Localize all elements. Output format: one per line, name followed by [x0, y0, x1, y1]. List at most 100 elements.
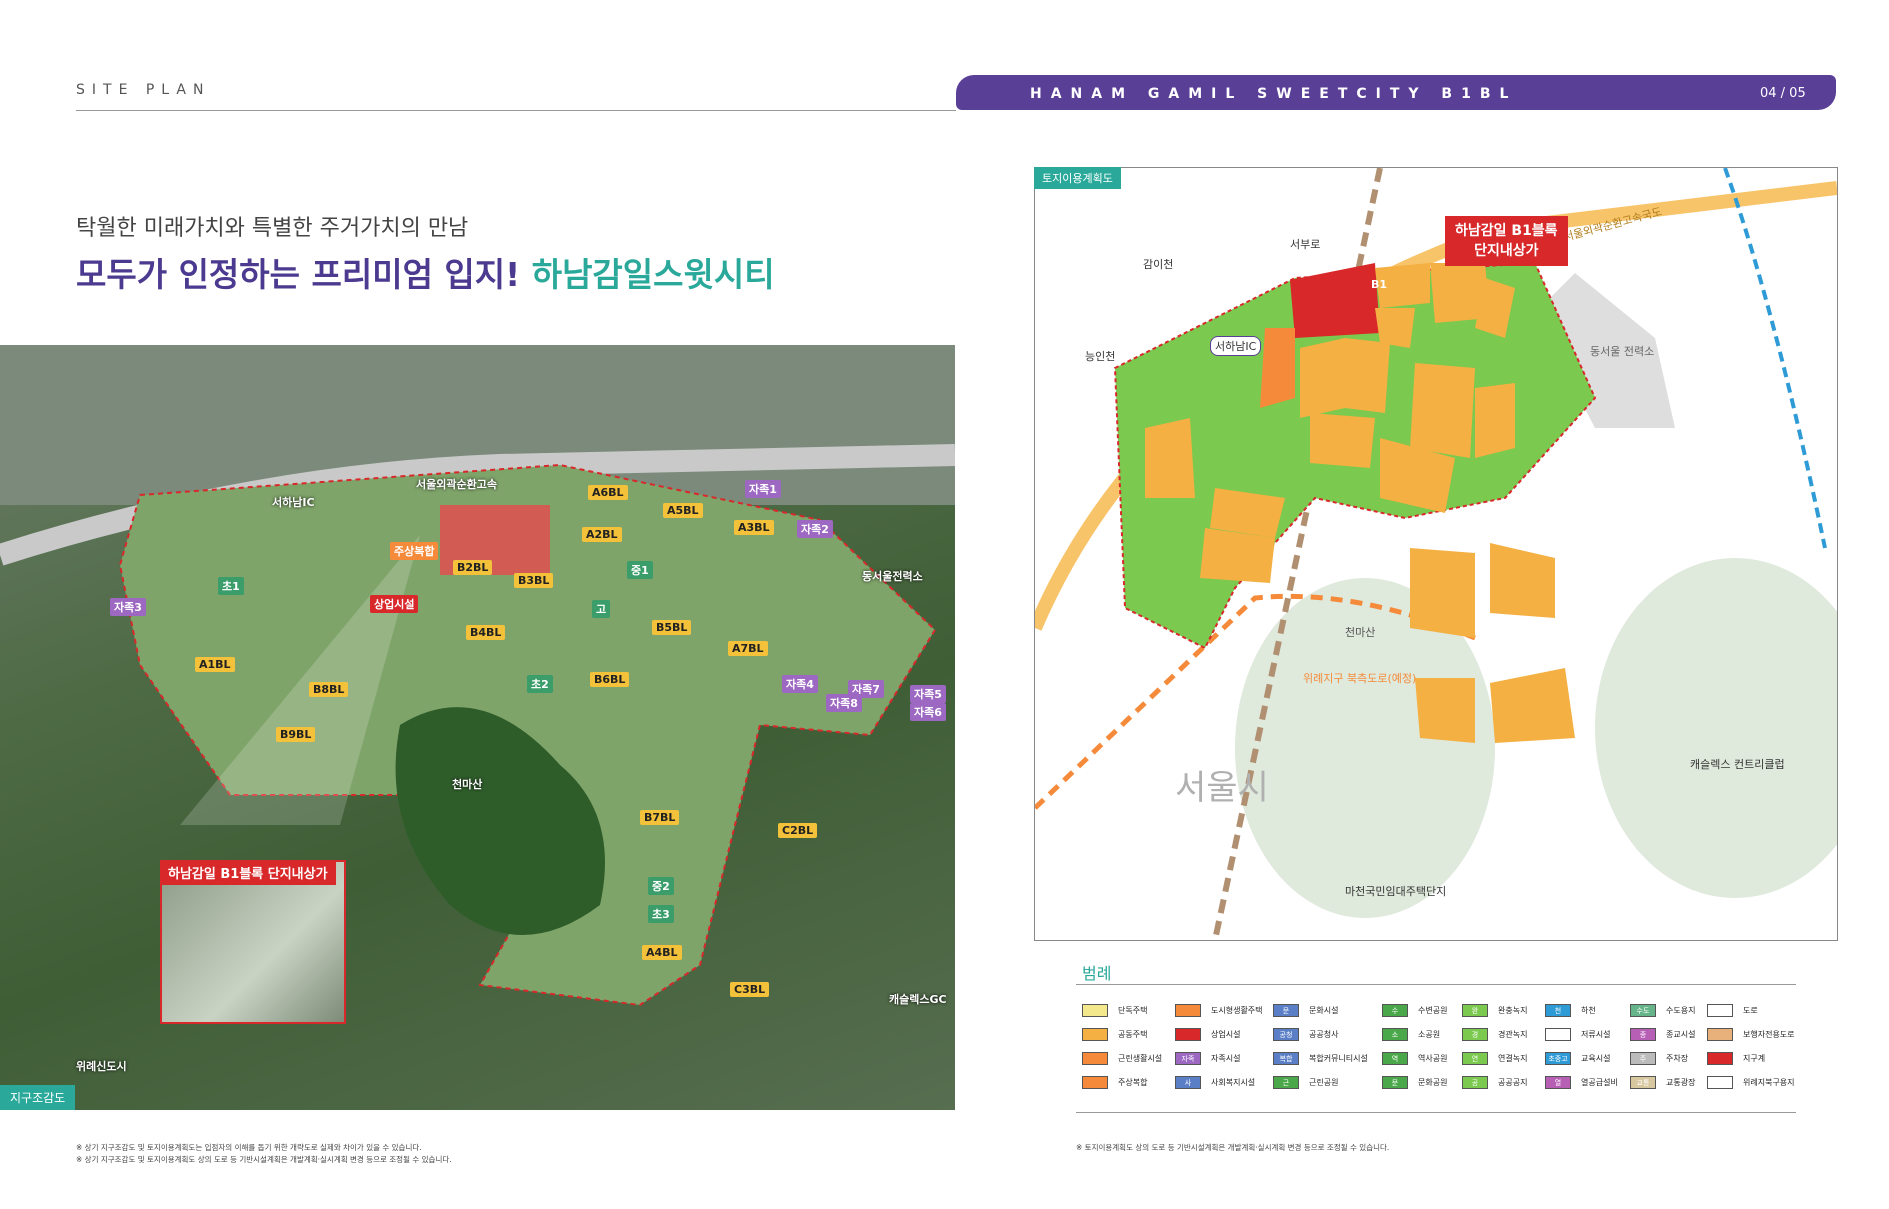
- legend-item: 공동주택: [1082, 1028, 1147, 1041]
- label-substation: 동서울전력소: [862, 570, 923, 583]
- map-label-wirye-road: 위례지구 북측도로(예정): [1303, 672, 1417, 685]
- map-label-seobu: 서부로: [1290, 238, 1321, 251]
- legend-label: 소공원: [1418, 1030, 1441, 1039]
- label-b3: B3BL: [514, 573, 554, 588]
- legend-swatch: 문: [1273, 1004, 1299, 1017]
- label-go: 고: [592, 600, 611, 618]
- block-jusang1: [1260, 328, 1295, 408]
- aerial-view: 서울외곽순환고속 서하남IC A6BL A5BL A3BL A2BL B2BL …: [0, 345, 955, 1110]
- label-b8: B8BL: [309, 682, 349, 697]
- legend-swatch: [1082, 1028, 1108, 1041]
- legend-label: 공공공지: [1498, 1078, 1528, 1087]
- legend-item: 사 사회복지시설: [1175, 1076, 1255, 1089]
- label-cho1: 초1: [218, 577, 244, 595]
- legend-swatch: 수: [1382, 1004, 1408, 1017]
- legend-label: 자족시설: [1211, 1054, 1241, 1063]
- legend-label: 연결녹지: [1498, 1054, 1528, 1063]
- block-b3: [1345, 338, 1390, 413]
- map-callout: 하남감일 B1블록 단지내상가: [1445, 216, 1568, 266]
- legend-item: 보행자전용도로: [1707, 1028, 1795, 1041]
- legend-item: 자족 자족시설: [1175, 1052, 1240, 1065]
- map-label-gami: 감이천: [1143, 258, 1174, 271]
- legend-label: 경관녹지: [1498, 1030, 1528, 1039]
- legend-item: 상업시설: [1175, 1028, 1240, 1041]
- label-ja2: 자족2: [797, 520, 833, 538]
- legend-item: 경 경관녹지: [1462, 1028, 1527, 1041]
- legend-label: 열공급설비: [1581, 1078, 1618, 1087]
- legend-item: 연 연결녹지: [1462, 1052, 1527, 1065]
- legend-label: 도시형생활주택: [1211, 1006, 1263, 1015]
- legend-item: 지구계: [1707, 1052, 1765, 1065]
- label-cho2: 초2: [527, 675, 553, 693]
- block-b1: [1290, 263, 1380, 338]
- legend-swatch: 근: [1273, 1076, 1299, 1089]
- legend-swatch: [1082, 1052, 1108, 1065]
- legend-item: 근린생활시설: [1082, 1052, 1162, 1065]
- legend-label: 단독주택: [1118, 1006, 1148, 1015]
- legend-item: 소 소공원: [1382, 1028, 1440, 1041]
- block-b2: [1300, 338, 1345, 418]
- legend-swatch: 경: [1462, 1028, 1488, 1041]
- block-a4: [1415, 678, 1475, 743]
- legend-item: 공청 공공청사: [1273, 1028, 1338, 1041]
- legend-label: 하천: [1581, 1006, 1596, 1015]
- legend-item: 문 문화시설: [1273, 1004, 1338, 1017]
- legend-item: 도시형생활주택: [1175, 1004, 1263, 1017]
- legend-swatch: 소: [1382, 1028, 1408, 1041]
- label-a5: A5BL: [663, 503, 703, 518]
- label-a4: A4BL: [642, 945, 682, 960]
- legend-swatch: [1707, 1004, 1733, 1017]
- label-ic: 서하남IC: [272, 496, 315, 509]
- headline-main: 모두가 인정하는 프리미엄 입지!: [76, 255, 521, 294]
- seoul-sejong-line: [1723, 168, 1827, 549]
- legend-title: 범례: [1082, 964, 1112, 983]
- legend-item: 천 하천: [1545, 1004, 1596, 1017]
- legend-item: 공 공공공지: [1462, 1076, 1527, 1089]
- label-a6: A6BL: [588, 485, 628, 500]
- headline-brand: 하남감일스윗시티: [531, 255, 775, 294]
- legend-swatch: 사: [1175, 1076, 1201, 1089]
- legend-item: 근 근린공원: [1273, 1076, 1338, 1089]
- block-a7: [1475, 383, 1515, 458]
- legend-label: 위례지북구용지: [1743, 1078, 1795, 1087]
- map-callout-line-2: 단지내상가: [1474, 243, 1539, 259]
- label-commercial: 상업시설: [370, 595, 419, 613]
- label-b5: B5BL: [652, 620, 692, 635]
- legend-swatch: 열: [1545, 1076, 1571, 1089]
- block-b4: [1310, 413, 1375, 468]
- map-label-castlex: 캐슬렉스 컨트리클럽: [1690, 758, 1785, 771]
- legend-label: 공공청사: [1309, 1030, 1339, 1039]
- legend-swatch: [1175, 1028, 1201, 1041]
- legend-item: 저류시설: [1545, 1028, 1610, 1041]
- block-a1: [1145, 418, 1195, 498]
- brochure-title: HANAM GAMIL SWEETCITY B1BL: [1030, 86, 1518, 102]
- label-wirye: 위례신도시: [76, 1060, 127, 1073]
- legend-label: 문화시설: [1309, 1006, 1339, 1015]
- legend-swatch: [1707, 1052, 1733, 1065]
- label-ja5: 자족5: [910, 685, 946, 703]
- legend-swatch: 초중고: [1545, 1052, 1571, 1065]
- map-callout-line-1: 하남감일 B1블록: [1455, 223, 1558, 239]
- map-label-ic: 서하남IC: [1210, 336, 1262, 356]
- label-ja4: 자족4: [782, 675, 818, 693]
- golf-club: [1595, 558, 1837, 898]
- legend-swatch: 교통: [1630, 1076, 1656, 1089]
- block-c3: [1490, 668, 1575, 743]
- map-label-neungin: 능인천: [1085, 350, 1116, 363]
- label-b9: B9BL: [276, 727, 316, 742]
- aerial-footnote-1: ※ 상기 지구조감도 및 토지이용계획도는 입점자의 이해를 돕기 위한 개략도…: [76, 1143, 422, 1152]
- legend-swatch: [1545, 1028, 1571, 1041]
- legend-label: 저류시설: [1581, 1030, 1611, 1039]
- label-expressway: 서울외곽순환고속: [416, 478, 497, 491]
- label-b2: B2BL: [453, 560, 493, 575]
- label-c2: C2BL: [778, 823, 818, 838]
- legend-label: 보행자전용도로: [1743, 1030, 1795, 1039]
- legend-label: 문화공원: [1418, 1078, 1448, 1087]
- legend-swatch: 공: [1462, 1076, 1488, 1089]
- legend-label: 수변공원: [1418, 1006, 1448, 1015]
- label-ja8: 자족8: [826, 694, 862, 712]
- legend-item: 복합 복합커뮤니티시설: [1273, 1052, 1368, 1065]
- legend-label: 주차장: [1666, 1054, 1689, 1063]
- legend-item: 도로: [1707, 1004, 1758, 1017]
- legend-label: 근린공원: [1309, 1078, 1339, 1087]
